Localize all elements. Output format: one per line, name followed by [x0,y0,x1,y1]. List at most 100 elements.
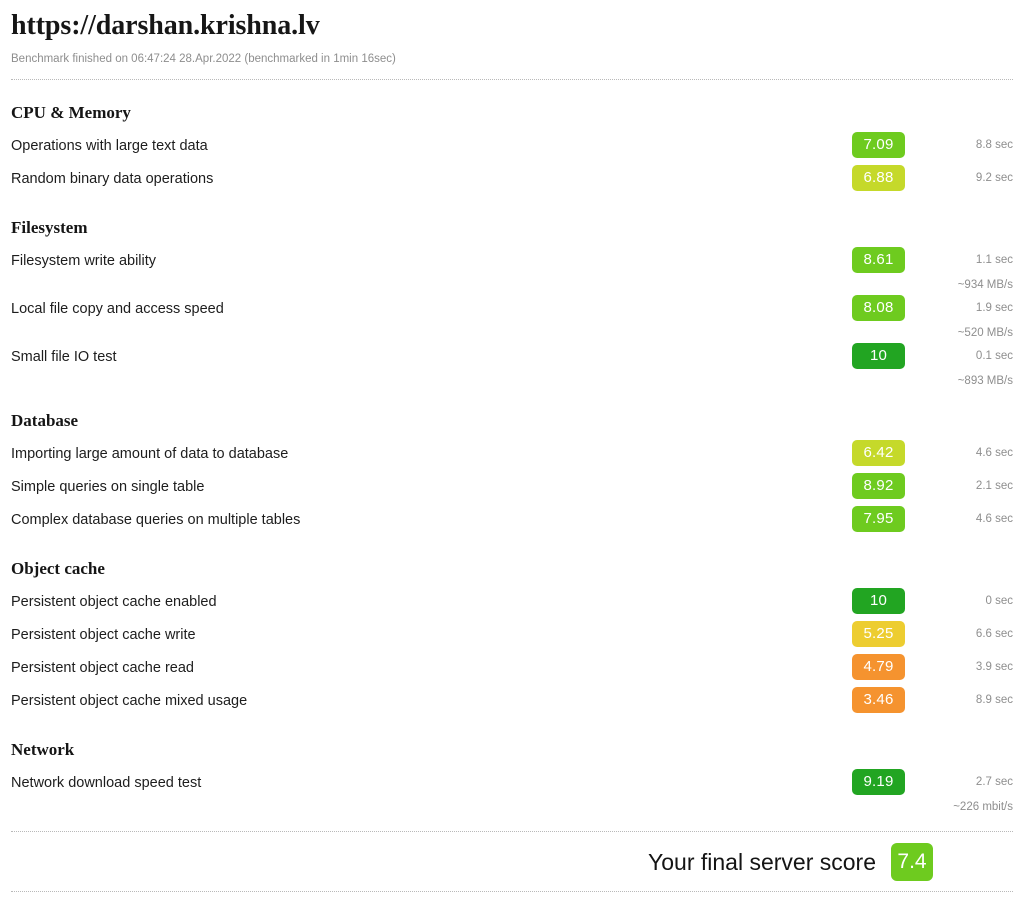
score-badge: 3.46 [852,687,905,713]
score-badge: 8.61 [852,247,905,273]
score-badge-cell: 4.79 [852,651,921,680]
benchmark-row: Persistent object cache enabled 10 0 sec [11,585,1013,618]
section-title: Database [11,411,79,430]
benchmark-row-values: 7.09 8.8 sec [852,129,1013,158]
benchmark-row-values: 6.88 9.2 sec [852,162,1013,191]
benchmark-row-label: Small file IO test [11,349,117,365]
score-badge-cell: 9.19 [852,766,921,795]
score-badge-cell: 6.42 [852,437,921,466]
final-score-label: Your final server score [648,849,876,875]
benchmark-section: Filesystem Filesystem write ability 8.61 1.… [11,195,1013,388]
score-badge-cell: 7.09 [852,129,921,158]
benchmark-row-values: 4.79 3.9 sec [852,651,1013,680]
benchmark-row-label: Local file copy and access speed [11,301,224,317]
section-title: Filesystem [11,218,88,237]
benchmark-stats: 2.7 sec ~226 mbit/s [921,766,1013,814]
benchmark-stats: 4.6 sec [921,503,1013,526]
final-score-row: Your final server score 7.4 [11,832,1013,891]
benchmark-row-values: 5.25 6.6 sec [852,618,1013,647]
score-badge-cell: 8.08 [852,292,921,321]
benchmark-stats: 8.8 sec [921,129,1013,152]
final-divider-bottom [11,891,1013,892]
benchmark-row-label: Persistent object cache enabled [11,594,217,610]
benchmark-row-values: 10 0.1 sec ~893 MB/s [852,340,1013,388]
benchmark-duration: 3.9 sec [975,661,1013,673]
benchmark-row: Operations with large text data 7.09 8.8 s… [11,129,1013,162]
benchmark-stats: 1.1 sec ~934 MB/s [921,244,1013,292]
benchmark-duration: 2.7 sec [975,776,1013,788]
benchmark-duration: 4.6 sec [975,513,1013,525]
benchmark-row: Persistent object cache write 5.25 6.6 sec [11,618,1013,651]
benchmark-row-values: 8.61 1.1 sec ~934 MB/s [852,244,1013,292]
benchmark-row-values: 8.92 2.1 sec [852,470,1013,499]
benchmark-stats: 0 sec [921,585,1014,608]
benchmark-row-label: Importing large amount of data to databa… [11,446,289,462]
benchmark-stats: 6.6 sec [921,618,1013,641]
score-badge: 7.09 [852,132,905,158]
benchmark-stats: 2.1 sec [921,470,1013,493]
score-badge: 8.92 [852,473,905,499]
benchmark-row-label: Network download speed test [11,775,202,791]
benchmark-row-label: Persistent object cache mixed usage [11,693,248,709]
benchmark-row: Simple queries on single table 8.92 2.1 se… [11,470,1013,503]
benchmark-row-label: Random binary data operations [11,171,214,187]
benchmark-stats: 3.9 sec [921,651,1013,674]
benchmark-row-label: Filesystem write ability [11,253,157,269]
benchmark-timestamp: Benchmark finished on 06:47:24 28.Apr.20… [11,53,396,65]
score-badge: 6.88 [852,165,905,191]
score-badge-cell: 10 [852,340,921,369]
page-title: https://darshan.krishna.lv [11,10,320,41]
benchmark-row-values: 9.19 2.7 sec ~226 mbit/s [852,766,1013,814]
benchmark-row: Importing large amount of data to databa… [11,437,1013,470]
benchmark-row-values: 8.08 1.9 sec ~520 MB/s [852,292,1013,340]
benchmark-duration: 2.1 sec [975,480,1013,492]
benchmark-duration: 8.8 sec [975,139,1013,151]
score-badge: 9.19 [852,769,905,795]
benchmark-row: Local file copy and access speed 8.08 1.9 … [11,292,1013,340]
score-badge-cell: 8.92 [852,470,921,499]
benchmark-row: Small file IO test 10 0.1 sec ~893 MB/s [11,340,1013,388]
section-title: CPU & Memory [11,103,131,122]
benchmark-row-label: Complex database queries on multiple tab… [11,512,301,528]
benchmark-throughput: ~226 mbit/s [953,801,1013,813]
sections-container: CPU & Memory Operations with large text d… [11,80,1013,814]
benchmark-stats: 1.9 sec ~520 MB/s [921,292,1013,340]
benchmark-row-label: Persistent object cache read [11,660,194,676]
benchmark-row-values: 3.46 8.9 sec [852,684,1013,713]
benchmark-section: Database Importing large amount of data t… [11,388,1013,536]
benchmark-section: CPU & Memory Operations with large text d… [11,80,1013,195]
benchmark-row-values: 6.42 4.6 sec [852,437,1013,466]
score-badge-cell: 5.25 [852,618,921,647]
benchmark-duration: 9.2 sec [975,172,1013,184]
benchmark-report: https://darshan.krishna.lv Benchmark fin… [0,0,1025,892]
score-badge: 6.42 [852,440,905,466]
benchmark-row: Filesystem write ability 8.61 1.1 sec ~934 … [11,244,1013,292]
benchmark-duration: 8.9 sec [975,694,1013,706]
benchmark-row-label: Simple queries on single table [11,479,205,495]
benchmark-row-label: Operations with large text data [11,138,208,154]
section-title: Network [11,740,75,759]
score-badge: 10 [852,588,905,614]
benchmark-row-label: Persistent object cache write [11,627,196,643]
benchmark-stats: 9.2 sec [921,162,1013,185]
final-score-section: Your final server score 7.4 [11,831,1013,892]
report-header: https://darshan.krishna.lv Benchmark fin… [11,0,1013,66]
benchmark-duration: 1.9 sec [975,302,1013,314]
final-score-badge: 7.4 [891,843,933,881]
benchmark-duration: 4.6 sec [975,447,1013,459]
benchmark-stats: 0.1 sec ~893 MB/s [921,340,1013,388]
benchmark-row: Random binary data operations 6.88 9.2 sec [11,162,1013,195]
benchmark-row-values: 7.95 4.6 sec [852,503,1013,532]
score-badge: 4.79 [852,654,905,680]
score-badge-cell: 10 [852,585,921,614]
benchmark-section: Network Network download speed test 9.19 2.… [11,717,1013,814]
section-title: Object cache [11,559,105,578]
score-badge-cell: 6.88 [852,162,921,191]
score-badge: 8.08 [852,295,905,321]
benchmark-throughput: ~893 MB/s [957,375,1013,387]
score-badge-cell: 7.95 [852,503,921,532]
score-badge-cell: 3.46 [852,684,921,713]
benchmark-duration: 0 sec [985,595,1014,607]
benchmark-row: Persistent object cache mixed usage 3.46 8… [11,684,1013,717]
benchmark-throughput: ~520 MB/s [957,327,1013,339]
